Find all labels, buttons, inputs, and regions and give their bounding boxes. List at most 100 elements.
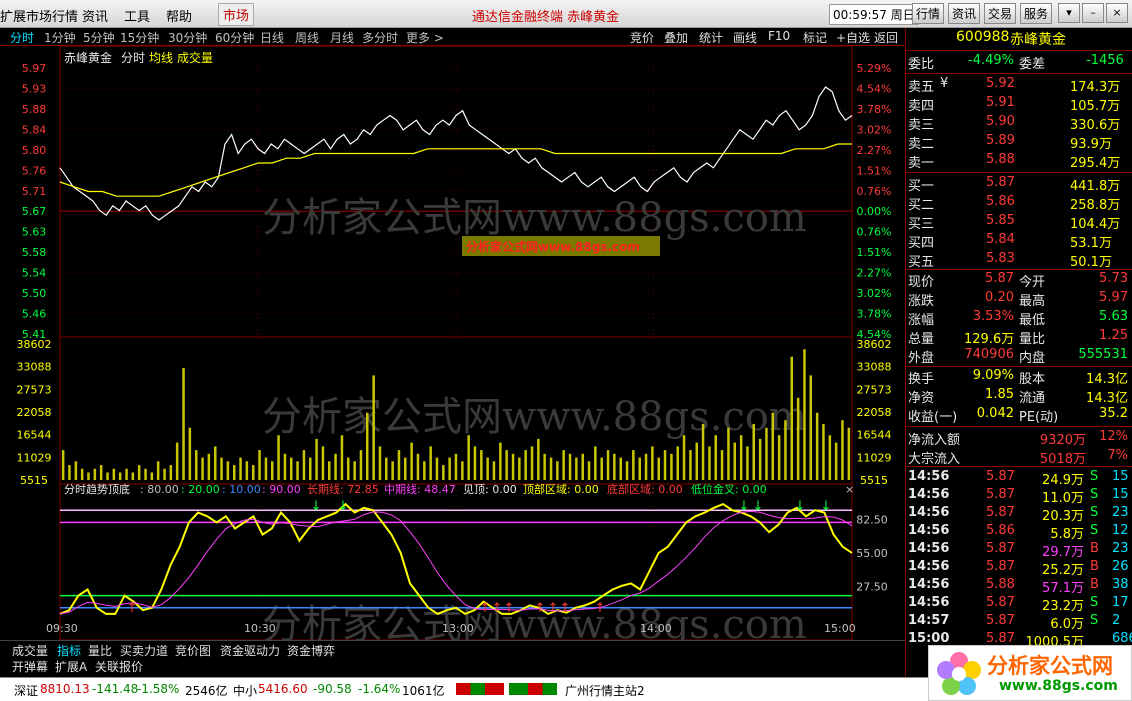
period-5[interactable]: 60分钟 — [215, 29, 254, 46]
volume-bar — [499, 442, 502, 480]
period-1[interactable]: 1分钟 — [44, 29, 76, 46]
extension-tab[interactable]: 关联报价 — [95, 658, 143, 675]
period-9[interactable]: 多分时 — [362, 29, 398, 46]
tick-side: S — [1090, 505, 1099, 520]
price-tick-label: 5.80 — [22, 144, 47, 157]
period-0[interactable]: 分时 — [10, 29, 34, 46]
indicator-axis-label: 82.50 — [856, 513, 888, 526]
volume-bar — [828, 435, 832, 480]
volume-bar — [353, 461, 356, 480]
tick-time: 14:56 — [908, 505, 950, 520]
period-6[interactable]: 日线 — [260, 29, 284, 46]
ask-price: 5.90 — [986, 114, 1015, 129]
minimize-icon[interactable]: – — [1082, 3, 1104, 23]
period-4[interactable]: 30分钟 — [168, 29, 207, 46]
ask-row: 卖四 5.91 105.7万 — [906, 95, 1132, 114]
intraday-chart[interactable]: 5.97 5.29% 5.93 4.54% 5.88 3.78% 5.84 3.02% 5.80… — [0, 46, 905, 640]
period-3[interactable]: 15分钟 — [120, 29, 159, 46]
bid-label: 买四 — [908, 236, 935, 251]
tick-time: 14:57 — [908, 613, 950, 628]
tick-count: 15 — [1112, 487, 1129, 502]
period-7[interactable]: 周线 — [295, 29, 319, 46]
price-tick-label: 5.63 — [22, 226, 47, 239]
period-2[interactable]: 5分钟 — [83, 29, 115, 46]
indicator-long: 长期线: 72.85 — [307, 482, 379, 496]
pct-tick-label: 2.27% — [857, 144, 892, 157]
period-8[interactable]: 月线 — [330, 29, 354, 46]
bid-row: 买四 5.84 53.1万 — [906, 232, 1132, 251]
ask-volume[interactable]: 93.9万 — [1070, 133, 1112, 152]
extension-tab[interactable]: 扩展A — [55, 658, 87, 675]
tool-2[interactable]: 统计 — [699, 29, 723, 46]
volume-bar — [245, 461, 249, 480]
ask-volume[interactable]: 295.4万 — [1070, 152, 1120, 171]
bid-volume[interactable]: 104.4万 — [1070, 213, 1120, 232]
stock-code: 600988 — [956, 29, 1010, 45]
tick-count: 23 — [1112, 505, 1129, 520]
weibi-row: 委比 -4.49% 委差 -1456 — [906, 53, 1132, 72]
top-signal-arrow-icon: ↓ — [753, 499, 764, 514]
volume-bar — [296, 461, 299, 480]
volume-bar — [790, 356, 793, 480]
close-icon[interactable]: × — [1106, 3, 1128, 23]
indicator-p0: : 80.00 — [140, 483, 179, 496]
flower-logo-icon — [937, 652, 981, 695]
menu-news[interactable]: 资讯 — [82, 6, 108, 25]
volume-bar — [765, 427, 768, 480]
volume-bar — [239, 457, 242, 480]
period-10[interactable]: 更多 > — [406, 29, 444, 46]
volume-bar — [587, 461, 591, 480]
pct-tick-label: 3.02% — [857, 287, 892, 300]
zx-breadth-icon — [509, 683, 557, 695]
tool-0[interactable]: 竞价 — [630, 29, 654, 46]
volume-bar — [220, 457, 223, 480]
tick-price: 5.87 — [986, 469, 1015, 484]
quote-row: 涨跌 0.20 最高 5.97 — [906, 290, 1132, 309]
tool-5[interactable]: 标记 — [803, 29, 827, 46]
extension-tab[interactable]: 开弹幕 — [12, 658, 48, 675]
menu-tools[interactable]: 工具 — [124, 6, 150, 25]
tick-time: 14:56 — [908, 577, 950, 592]
quote-button[interactable]: 行情 — [912, 3, 945, 24]
tool-1[interactable]: 叠加 — [664, 29, 688, 46]
bid-volume[interactable]: 441.8万 — [1070, 175, 1120, 194]
quote-cell: 9.09% — [972, 368, 1014, 383]
sz-index[interactable]: 8810.13 — [40, 682, 90, 696]
indicator-close-icon[interactable]: × — [845, 483, 854, 496]
zx-index[interactable]: 5416.60 — [258, 682, 308, 696]
tool-3[interactable]: 画线 — [733, 29, 757, 46]
tool-6[interactable]: +自选 — [836, 29, 870, 46]
ask-volume[interactable]: 330.6万 — [1070, 114, 1120, 133]
bid-price: 5.85 — [986, 213, 1015, 228]
tick-price: 5.87 — [986, 541, 1015, 556]
server-site[interactable]: 广州行情主站2 — [565, 682, 645, 699]
ask-volume[interactable]: 105.7万 — [1070, 95, 1120, 114]
ask-volume[interactable]: 174.3万 — [1070, 76, 1120, 95]
bid-volume[interactable]: 53.1万 — [1070, 232, 1112, 251]
separator — [906, 269, 1132, 270]
tool-4[interactable]: F10 — [768, 29, 790, 43]
quote-cell: 涨跌 — [908, 294, 935, 309]
trade-button[interactable]: 交易 — [984, 3, 1017, 24]
tick-count: 15 — [1112, 469, 1129, 484]
bid-volume[interactable]: 50.1万 — [1070, 251, 1112, 270]
service-button[interactable]: 服务 — [1020, 3, 1053, 24]
tool-7[interactable]: 返回 — [874, 29, 898, 46]
volume-bar — [486, 457, 489, 480]
volume-bar — [454, 453, 458, 480]
volume-bar — [524, 450, 527, 480]
bid-label: 买二 — [908, 198, 935, 213]
market-button[interactable]: 市场 — [218, 3, 255, 26]
time-tick-label: 10:30 — [244, 622, 276, 635]
quote-row2: 收益(一) 0.042 PE(动) 35.2 — [906, 406, 1132, 425]
quote-cell: 5.97 — [1099, 290, 1128, 305]
bid-volume[interactable]: 258.8万 — [1070, 194, 1120, 213]
tick-row: 14:56 5.87 24.9万 S 15 — [906, 469, 1132, 488]
dropdown-icon[interactable]: ▾ — [1058, 3, 1080, 23]
news-button[interactable]: 资讯 — [948, 3, 981, 24]
menu-help[interactable]: 帮助 — [166, 6, 192, 25]
volume-bar — [638, 457, 641, 480]
volume-bar — [87, 472, 90, 480]
bid-price: 5.87 — [986, 175, 1015, 190]
ask-label: 卖三 — [908, 118, 935, 133]
